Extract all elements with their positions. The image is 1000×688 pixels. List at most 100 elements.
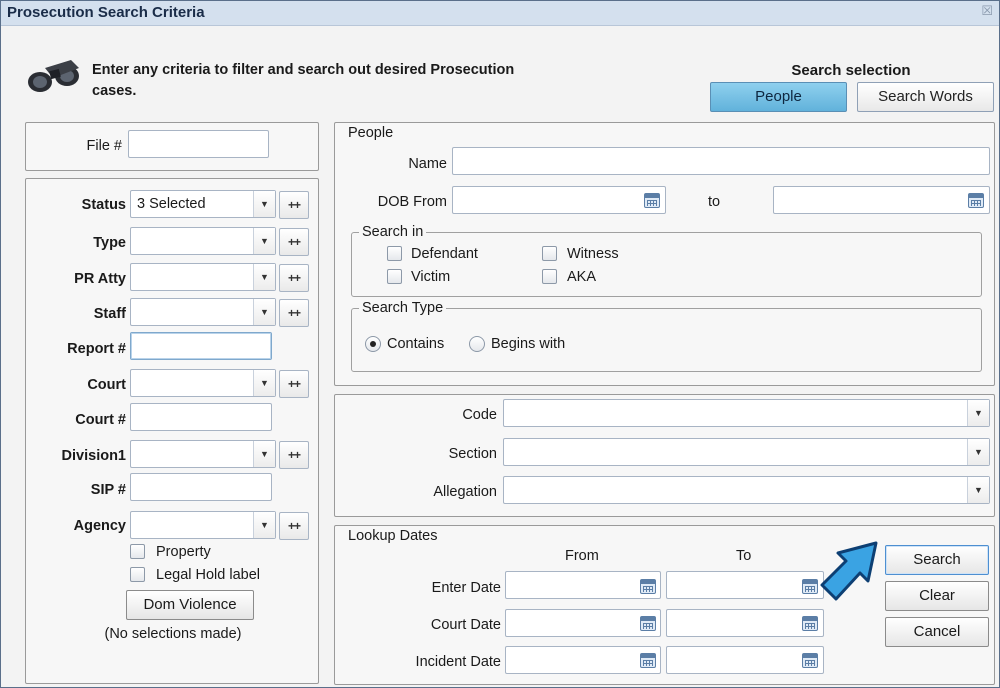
type-label: Type <box>93 235 126 251</box>
dom-violence-button[interactable]: Dom Violence <box>126 590 254 620</box>
defendant-checkbox[interactable] <box>387 246 402 261</box>
to-header: To <box>736 548 752 564</box>
search-in-legend: Search in <box>359 224 427 240</box>
begins-with-label: Begins with <box>491 336 566 352</box>
chevron-down-icon[interactable]: ▼ <box>253 228 275 254</box>
lookup-dates-legend: Lookup Dates <box>345 528 441 544</box>
status-add-button[interactable]: ++ <box>279 191 309 219</box>
witness-checkbox[interactable] <box>542 246 557 261</box>
section-label: Section <box>448 446 497 462</box>
cancel-button[interactable]: Cancel <box>885 617 989 647</box>
court-combo[interactable]: ▼ <box>130 369 276 397</box>
calendar-icon[interactable] <box>968 193 984 208</box>
incident-date-to-input[interactable] <box>666 646 824 674</box>
search-in-group <box>351 232 982 297</box>
enter-date-to-input[interactable] <box>666 571 824 599</box>
chevron-down-icon[interactable]: ▼ <box>253 264 275 290</box>
calendar-icon[interactable] <box>640 579 656 594</box>
people-panel: People Name DOB From to Search in Defend… <box>334 122 995 386</box>
contains-label: Contains <box>387 336 445 352</box>
window-title: Prosecution Search Criteria <box>7 4 205 21</box>
contains-radio[interactable] <box>365 336 381 352</box>
calendar-icon[interactable] <box>640 616 656 631</box>
dob-from-input[interactable] <box>452 186 666 214</box>
calendar-icon[interactable] <box>640 653 656 668</box>
pointer-arrow-icon <box>820 541 878 601</box>
chevron-down-icon[interactable]: ▼ <box>253 299 275 325</box>
dob-to-input[interactable] <box>773 186 990 214</box>
chevron-down-icon[interactable]: ▼ <box>967 400 989 426</box>
name-input[interactable] <box>452 147 990 175</box>
aka-label: AKA <box>567 269 597 285</box>
status-combo[interactable]: 3 Selected ▼ <box>130 190 276 218</box>
incident-date-label: Incident Date <box>415 654 501 670</box>
staff-label: Staff <box>93 306 126 322</box>
chevron-down-icon[interactable]: ▼ <box>253 512 275 538</box>
dob-from-label: DOB From <box>377 194 447 210</box>
prosecution-search-window: Prosecution Search Criteria ☒ Enter any … <box>0 0 1000 688</box>
type-add-button[interactable]: ++ <box>279 228 309 256</box>
allegation-combo[interactable]: ▼ <box>503 476 990 504</box>
file-number-label: File # <box>86 138 122 154</box>
calendar-icon[interactable] <box>802 616 818 631</box>
status-label: Status <box>81 197 126 213</box>
from-header: From <box>565 548 599 564</box>
codes-panel: Code ▼ Section ▼ Allegation ▼ <box>334 394 995 517</box>
legal-hold-checkbox[interactable] <box>130 567 145 582</box>
file-number-panel: File # <box>25 122 319 171</box>
chevron-down-icon[interactable]: ▼ <box>253 191 275 217</box>
code-combo[interactable]: ▼ <box>503 399 990 427</box>
division-combo[interactable]: ▼ <box>130 440 276 468</box>
begins-with-radio[interactable] <box>469 336 485 352</box>
dob-to-label: to <box>708 194 721 210</box>
division-label: Division1 <box>61 448 126 464</box>
agency-combo[interactable]: ▼ <box>130 511 276 539</box>
chevron-down-icon[interactable]: ▼ <box>967 439 989 465</box>
search-words-toggle-button[interactable]: Search Words <box>857 82 994 112</box>
calendar-icon[interactable] <box>644 193 660 208</box>
type-combo[interactable]: ▼ <box>130 227 276 255</box>
allegation-label: Allegation <box>433 484 497 500</box>
aka-checkbox[interactable] <box>542 269 557 284</box>
court-date-to-input[interactable] <box>666 609 824 637</box>
sip-number-input[interactable] <box>130 473 272 501</box>
agency-add-button[interactable]: ++ <box>279 512 309 540</box>
defendant-label: Defendant <box>411 246 478 262</box>
section-combo[interactable]: ▼ <box>503 438 990 466</box>
people-toggle-button[interactable]: People <box>710 82 847 112</box>
witness-label: Witness <box>567 246 619 262</box>
incident-date-from-input[interactable] <box>505 646 661 674</box>
clear-button[interactable]: Clear <box>885 581 989 611</box>
pr-atty-combo[interactable]: ▼ <box>130 263 276 291</box>
no-selections-text: (No selections made) <box>104 626 242 642</box>
staff-add-button[interactable]: ++ <box>279 299 309 327</box>
court-number-input[interactable] <box>130 403 272 431</box>
property-checkbox[interactable] <box>130 544 145 559</box>
division-add-button[interactable]: ++ <box>279 441 309 469</box>
court-date-label: Court Date <box>430 617 501 633</box>
pr-atty-add-button[interactable]: ++ <box>279 264 309 292</box>
chevron-down-icon[interactable]: ▼ <box>253 441 275 467</box>
search-type-group <box>351 308 982 372</box>
enter-date-from-input[interactable] <box>505 571 661 599</box>
sip-number-label: SIP # <box>90 482 126 498</box>
court-add-button[interactable]: ++ <box>279 370 309 398</box>
report-number-label: Report # <box>67 341 126 357</box>
victim-checkbox[interactable] <box>387 269 402 284</box>
file-number-input[interactable] <box>128 130 269 158</box>
code-label: Code <box>462 407 497 423</box>
court-label: Court <box>87 377 126 393</box>
court-date-from-input[interactable] <box>505 609 661 637</box>
calendar-icon[interactable] <box>802 653 818 668</box>
chevron-down-icon[interactable]: ▼ <box>253 370 275 396</box>
report-number-input[interactable] <box>130 332 272 360</box>
legal-hold-label: Legal Hold label <box>156 567 260 583</box>
close-icon[interactable]: ☒ <box>981 3 993 19</box>
criteria-panel: Status 3 Selected ▼ ++ Type ▼ ++ PR Atty… <box>25 178 319 684</box>
name-label: Name <box>408 156 447 172</box>
search-button[interactable]: Search <box>885 545 989 575</box>
status-value: 3 Selected <box>137 196 206 212</box>
property-label: Property <box>156 544 211 560</box>
staff-combo[interactable]: ▼ <box>130 298 276 326</box>
chevron-down-icon[interactable]: ▼ <box>967 477 989 503</box>
